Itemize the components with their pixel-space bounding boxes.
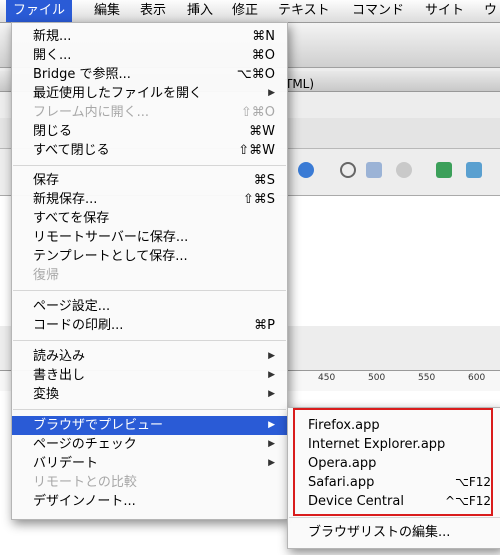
document-title: TML) [285, 77, 315, 91]
menu-item-open-in-frame: フレーム内に開く... ⇧⌘O [12, 103, 287, 122]
menu-item-label: すべてを保存 [33, 211, 110, 226]
refresh-icon[interactable] [340, 162, 356, 178]
menu-item-label: ページのチェック [33, 437, 137, 452]
menu-item-shortcut: ⌘S [253, 173, 275, 188]
menu-item-label: 書き出し [33, 368, 86, 383]
menu-item-label: 保存 [33, 173, 60, 188]
menu-item-label: 読み込み [33, 349, 86, 364]
menu-separator [13, 290, 286, 291]
validate-icon[interactable] [436, 162, 452, 178]
menu-item-shortcut: ⇧⌘O [240, 105, 275, 120]
menu-item-page-setup[interactable]: ページ設定... [12, 297, 287, 316]
view-options-icon[interactable] [366, 162, 382, 178]
submenu-arrow-icon: ▶ [268, 389, 275, 399]
menu-item-label: 開く... [33, 48, 72, 63]
menu-item-new[interactable]: 新規... ⌘N [12, 27, 287, 46]
menu-item-browse-bridge[interactable]: Bridge で参照... ⌥⌘O [12, 65, 287, 84]
submenu-arrow-icon: ▶ [268, 88, 275, 98]
ruler-label: 600 [468, 373, 486, 383]
menu-item-import[interactable]: 読み込み ▶ [12, 347, 287, 366]
menu-item-export[interactable]: 書き出し ▶ [12, 366, 287, 385]
submenu-item-edit-browser-list[interactable]: ブラウザリストの編集... [288, 523, 500, 542]
document-toolbar-icons [290, 160, 500, 184]
menu-item-save[interactable]: 保存 ⌘S [12, 171, 287, 190]
menu-item-label: 新規保存... [33, 192, 98, 207]
menu-item-shortcut: ⌘P [254, 318, 275, 333]
menu-item-label: デザインノート... [33, 494, 136, 509]
submenu-arrow-icon: ▶ [268, 439, 275, 449]
menu-item-revert: 復帰 [12, 266, 287, 285]
menu-insert[interactable]: 挿入 [180, 0, 220, 22]
ruler-label: 500 [368, 373, 386, 383]
menu-item-label: Bridge で参照... [33, 67, 131, 82]
menu-file[interactable]: ファイル [6, 0, 73, 22]
menu-item-label: すべて閉じる [33, 143, 110, 158]
menu-item-shortcut: ⇧⌘S [242, 192, 275, 207]
annotation-highlight-box [293, 408, 493, 516]
menu-item-label: 復帰 [33, 268, 60, 283]
menu-site[interactable]: サイト [418, 0, 471, 22]
menu-item-label: 閉じる [33, 124, 73, 139]
ruler-label: 450 [318, 373, 336, 383]
menu-item-close[interactable]: 閉じる ⌘W [12, 122, 287, 141]
menu-item-shortcut: ⌘N [252, 29, 275, 44]
menu-item-check-page[interactable]: ページのチェック ▶ [12, 435, 287, 454]
check-page-icon[interactable] [466, 162, 482, 178]
menu-item-print-code[interactable]: コードの印刷... ⌘P [12, 316, 287, 335]
menu-item-label: 最近使用したファイルを開く [33, 86, 203, 101]
menu-item-shortcut: ⌘O [251, 48, 275, 63]
submenu-item-label: ブラウザリストの編集... [308, 525, 451, 540]
menu-item-shortcut: ⌘W [249, 124, 275, 139]
menu-item-label: ブラウザでプレビュー [33, 418, 164, 433]
menu-item-compare-remote: リモートとの比較 [12, 473, 287, 492]
menu-item-label: ページ設定... [33, 299, 111, 314]
menu-item-shortcut: ⌥⌘O [236, 67, 275, 82]
ruler-label: 550 [418, 373, 436, 383]
menu-view[interactable]: 表示 [133, 0, 173, 22]
menu-separator [13, 165, 286, 166]
menu-item-save-remote[interactable]: リモートサーバーに保存... [12, 228, 287, 247]
menu-item-label: バリデート [33, 456, 99, 471]
menu-item-label: テンプレートとして保存... [33, 249, 188, 264]
submenu-arrow-icon: ▶ [268, 351, 275, 361]
menu-item-preview-in-browser[interactable]: ブラウザでプレビュー ▶ [12, 416, 287, 435]
menu-item-save-all[interactable]: すべてを保存 [12, 209, 287, 228]
menu-window[interactable]: ウ [477, 0, 500, 22]
menu-bar: ファイル 編集 表示 挿入 修正 テキスト コマンド サイト ウ [0, 0, 500, 23]
menu-commands[interactable]: コマンド [345, 0, 411, 22]
submenu-arrow-icon: ▶ [268, 370, 275, 380]
menu-item-open[interactable]: 開く... ⌘O [12, 46, 287, 65]
menu-item-convert[interactable]: 変換 ▶ [12, 385, 287, 404]
menu-item-label: 新規... [33, 29, 72, 44]
menu-item-label: 変換 [33, 387, 60, 402]
menu-edit[interactable]: 編集 [87, 0, 127, 22]
menu-item-label: コードの印刷... [33, 318, 124, 333]
menu-item-open-recent[interactable]: 最近使用したファイルを開く ▶ [12, 84, 287, 103]
menu-item-close-all[interactable]: すべて閉じる ⇧⌘W [12, 141, 287, 160]
menu-item-design-notes[interactable]: デザインノート... [12, 492, 287, 511]
menu-item-shortcut: ⇧⌘W [238, 143, 275, 158]
visual-aids-icon[interactable] [396, 162, 412, 178]
menu-item-validate[interactable]: バリデート ▶ [12, 454, 287, 473]
submenu-arrow-icon: ▶ [268, 420, 275, 430]
globe-icon[interactable] [298, 162, 314, 178]
menu-separator [13, 340, 286, 341]
menu-item-label: リモートとの比較 [33, 475, 137, 490]
menu-text[interactable]: テキスト [271, 0, 337, 22]
menu-item-save-template[interactable]: テンプレートとして保存... [12, 247, 287, 266]
menu-item-save-as[interactable]: 新規保存... ⇧⌘S [12, 190, 287, 209]
menu-item-label: フレーム内に開く... [33, 105, 150, 120]
menu-separator [289, 517, 500, 518]
menu-modify[interactable]: 修正 [225, 0, 265, 22]
submenu-arrow-icon: ▶ [268, 458, 275, 468]
file-menu-dropdown: 新規... ⌘N 開く... ⌘O Bridge で参照... ⌥⌘O 最近使用… [11, 22, 288, 520]
menu-separator [13, 409, 286, 410]
menu-item-label: リモートサーバーに保存... [33, 230, 189, 245]
